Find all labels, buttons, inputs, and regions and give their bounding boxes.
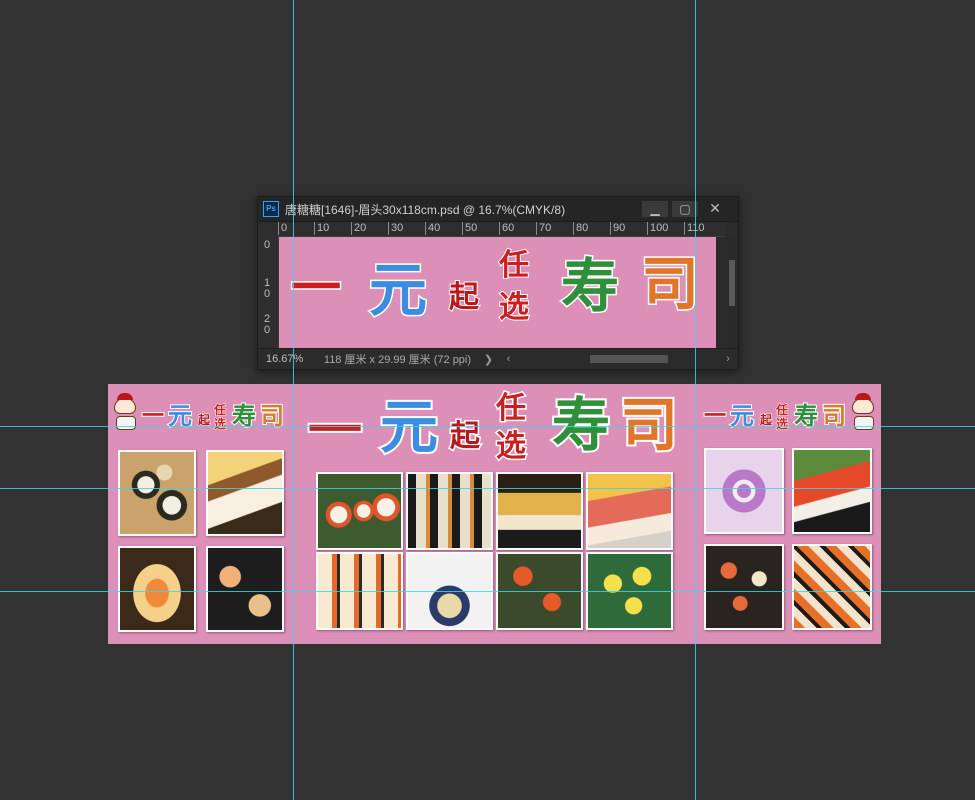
- headline-char: 寿: [793, 402, 819, 430]
- ruler-tick: 70: [536, 222, 551, 235]
- headline-char: 寿: [231, 402, 257, 430]
- sushi-photo: [118, 546, 196, 632]
- horizontal-scrollbar[interactable]: [528, 354, 718, 364]
- status-menu-arrow-icon[interactable]: ❯: [479, 353, 499, 366]
- ruler-tick: 10: [314, 222, 329, 235]
- headline-char: 司: [259, 402, 285, 430]
- ruler-tick: 0: [278, 222, 287, 235]
- ruler-tick: 60: [499, 222, 514, 235]
- document-canvas[interactable]: 一 元 起 任 选 寿 司: [279, 237, 716, 349]
- ruler-tick: 2 0: [263, 313, 271, 336]
- headline-char: 元: [367, 256, 428, 324]
- ruler-tick: 30: [388, 222, 403, 235]
- scroll-left-icon[interactable]: ‹: [499, 353, 519, 365]
- headline-char: 一: [290, 259, 343, 317]
- headline-char: 元: [378, 393, 440, 461]
- vertical-ruler[interactable]: 0 1 0 2 0: [258, 236, 279, 348]
- headline-char: 选: [498, 290, 530, 325]
- sushi-photo: [792, 544, 872, 630]
- ruler-corner[interactable]: [258, 222, 278, 236]
- document-title: 唐糖糖[1646]-眉头30x118cm.psd @ 16.7%(CMYK/8): [285, 202, 566, 217]
- ruler-tick: 20: [351, 222, 366, 235]
- close-button[interactable]: ✕: [702, 201, 728, 217]
- document-window[interactable]: Ps 唐糖糖[1646]-眉头30x118cm.psd @ 16.7%(CMYK…: [257, 196, 739, 370]
- sushi-photo: [586, 472, 673, 550]
- ruler-tick: 40: [425, 222, 440, 235]
- guide-horizontal-1[interactable]: [0, 426, 975, 427]
- sushi-photo: [704, 448, 784, 534]
- zoom-level[interactable]: 16.67%: [258, 353, 316, 365]
- sushi-photo: [406, 472, 493, 550]
- headline-char: 寿: [559, 252, 620, 320]
- guide-horizontal-2[interactable]: [0, 488, 975, 489]
- headline-char: 任: [775, 403, 789, 417]
- sushi-photo: [206, 450, 284, 536]
- sushi-photo: [206, 546, 284, 632]
- banner-artwork[interactable]: 一 元 起 任 选 寿 司 一 元 起 任 选 寿 司 一 元 起 任 选 寿 …: [108, 384, 881, 644]
- photoshop-app-icon: Ps: [263, 201, 279, 217]
- minimize-button[interactable]: ▁: [642, 201, 668, 217]
- headline-char: 选: [495, 429, 528, 464]
- guide-vertical-left[interactable]: [293, 0, 294, 800]
- scroll-right-icon[interactable]: ›: [718, 353, 738, 365]
- sushi-photo: [704, 544, 784, 630]
- headline-char: 任: [498, 248, 530, 283]
- sushi-photo: [118, 450, 196, 536]
- scroll-thumb[interactable]: [729, 260, 735, 306]
- headline-char: 司: [618, 391, 680, 459]
- headline-char: 一: [306, 399, 364, 462]
- document-dimensions: 118 厘米 x 29.99 厘米 (72 ppi): [323, 354, 472, 366]
- headline-char: 司: [821, 402, 847, 430]
- ruler-tick: 80: [573, 222, 588, 235]
- ruler-tick: 90: [610, 222, 625, 235]
- sushi-photo: [316, 472, 403, 550]
- sushi-photo: [496, 472, 583, 550]
- document-titlebar[interactable]: Ps 唐糖糖[1646]-眉头30x118cm.psd @ 16.7%(CMYK…: [258, 197, 738, 222]
- ruler-tick: 0: [263, 239, 271, 251]
- headline-char: 起: [448, 280, 480, 315]
- headline-char: 元: [729, 402, 755, 430]
- status-bar: 16.67% 118 厘米 x 29.99 厘米 (72 ppi) ❯ ‹ ›: [258, 348, 738, 369]
- vertical-scrollbar[interactable]: [726, 236, 738, 348]
- headline-char: 选: [775, 417, 789, 431]
- headline-char: 起: [197, 413, 211, 427]
- headline-char: 一: [703, 404, 727, 429]
- sushi-photo: [792, 448, 872, 534]
- guide-horizontal-3[interactable]: [0, 591, 975, 592]
- headline-char: 任: [495, 391, 528, 426]
- horizontal-ruler[interactable]: 0 10 20 30 40 50 60 70 80 90 100 110: [278, 222, 726, 237]
- guide-vertical-right[interactable]: [695, 0, 696, 800]
- ruler-tick: 50: [462, 222, 477, 235]
- headline-char: 司: [639, 250, 700, 318]
- headline-char: 寿: [550, 391, 612, 459]
- headline-char: 一: [141, 404, 165, 429]
- headline-char: 任: [213, 403, 227, 417]
- scroll-thumb[interactable]: [590, 355, 669, 363]
- ruler-tick: 1 0: [263, 277, 271, 300]
- ruler-tick: 100: [647, 222, 668, 235]
- headline-char: 元: [167, 402, 193, 430]
- headline-char: 起: [759, 413, 773, 427]
- headline-char: 选: [213, 417, 227, 431]
